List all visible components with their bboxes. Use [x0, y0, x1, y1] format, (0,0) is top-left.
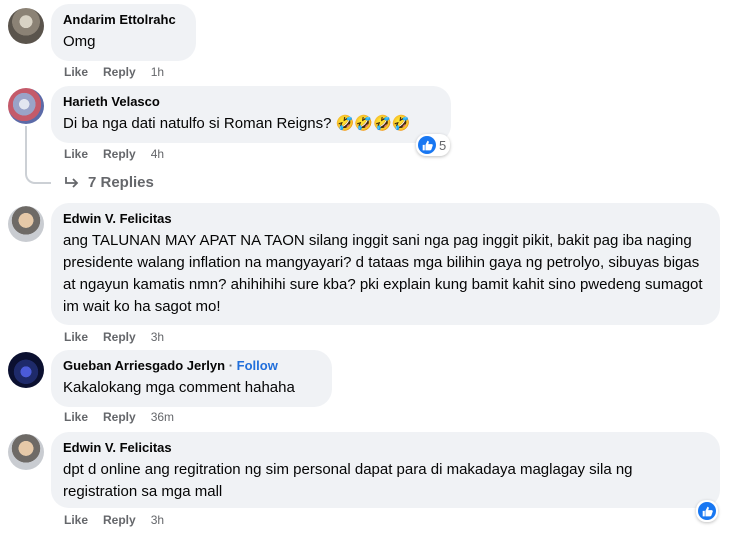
- avatar[interactable]: [8, 352, 44, 388]
- comment-actions: Like Reply 3h: [64, 329, 164, 345]
- comment-timestamp[interactable]: 3h: [151, 512, 164, 528]
- avatar[interactable]: [8, 88, 44, 124]
- comment-text: Di ba nga dati natulfo si Roman Reigns? …: [63, 115, 411, 132]
- view-replies-link[interactable]: 7 Replies: [64, 174, 154, 191]
- like-thumb-icon: [698, 502, 716, 520]
- like-thumb-icon: [418, 136, 436, 154]
- comment-actions: Like Reply 3h: [64, 512, 164, 528]
- follow-button[interactable]: Follow: [237, 358, 278, 373]
- comment-timestamp[interactable]: 4h: [151, 146, 164, 162]
- comment-bubble: Edwin V. Felicitas dpt d online ang regi…: [51, 432, 720, 508]
- comment-timestamp[interactable]: 36m: [151, 409, 174, 425]
- reply-button[interactable]: Reply: [103, 64, 136, 80]
- comment-actions: Like Reply 4h: [64, 146, 164, 162]
- comment-text: Kakalokang mga comment hahaha: [63, 379, 295, 396]
- replies-count: 7 Replies: [88, 174, 154, 191]
- comment-author[interactable]: Gueban Arriesgado Jerlyn: [63, 358, 225, 373]
- like-button[interactable]: Like: [64, 64, 88, 80]
- avatar[interactable]: [8, 8, 44, 44]
- comment-author[interactable]: Edwin V. Felicitas: [63, 440, 708, 456]
- reaction-summary[interactable]: 5: [416, 134, 451, 156]
- reply-button[interactable]: Reply: [103, 146, 136, 162]
- avatar[interactable]: [8, 434, 44, 470]
- reply-button[interactable]: Reply: [103, 409, 136, 425]
- like-button[interactable]: Like: [64, 329, 88, 345]
- comment-timestamp[interactable]: 1h: [151, 64, 164, 80]
- comment-author-line: Gueban Arriesgado Jerlyn · Follow: [63, 358, 320, 374]
- reaction-count: 5: [439, 137, 447, 153]
- comment-bubble: Gueban Arriesgado Jerlyn · Follow Kakalo…: [51, 350, 332, 407]
- reply-button[interactable]: Reply: [103, 329, 136, 345]
- reply-button[interactable]: Reply: [103, 512, 136, 528]
- comment-author[interactable]: Edwin V. Felicitas: [63, 211, 708, 227]
- comment-bubble: Andarim Ettolrahc Omg: [51, 4, 196, 61]
- comment-actions: Like Reply 1h: [64, 64, 164, 80]
- comment-bubble: Edwin V. Felicitas ang TALUNAN MAY APAT …: [51, 203, 720, 325]
- comment-author[interactable]: Harieth Velasco: [63, 94, 439, 110]
- comment-bubble: Harieth Velasco Di ba nga dati natulfo s…: [51, 86, 451, 143]
- comment-actions: Like Reply 36m: [64, 409, 174, 425]
- like-button[interactable]: Like: [64, 512, 88, 528]
- like-button[interactable]: Like: [64, 146, 88, 162]
- like-button[interactable]: Like: [64, 409, 88, 425]
- separator-dot: ·: [228, 358, 234, 373]
- comment-text: ang TALUNAN MAY APAT NA TAON silang ingg…: [63, 232, 703, 315]
- comment-text: Omg: [63, 33, 96, 50]
- comment-timestamp[interactable]: 3h: [151, 329, 164, 345]
- reaction-summary[interactable]: [696, 500, 718, 522]
- thread-line: [25, 126, 51, 184]
- comment-text: dpt d online ang regitration ng sim pers…: [63, 461, 633, 500]
- reply-arrow-icon: [65, 176, 79, 188]
- comment-author[interactable]: Andarim Ettolrahc: [63, 12, 184, 28]
- avatar[interactable]: [8, 206, 44, 242]
